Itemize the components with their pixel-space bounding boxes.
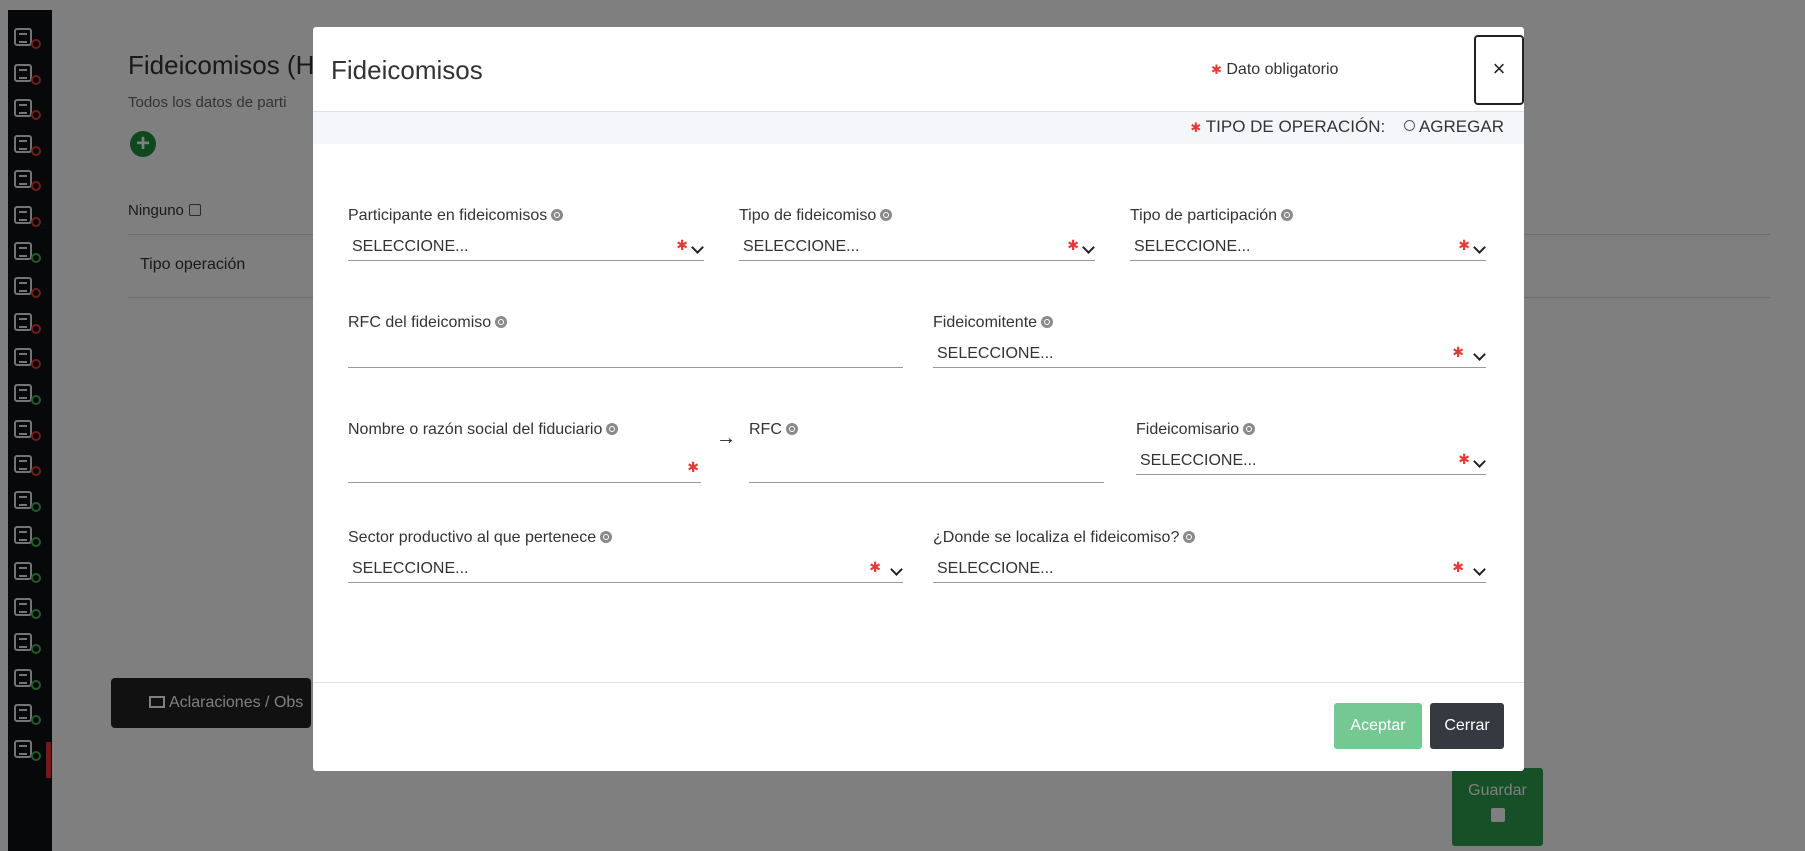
required-note: ✱ Dato obligatorio <box>1211 61 1338 79</box>
footer-divider <box>313 682 1524 683</box>
info-icon[interactable] <box>1183 531 1196 543</box>
fideicomisario-label-text: Fideicomisario <box>1136 421 1240 438</box>
info-icon[interactable] <box>1041 316 1054 328</box>
fideicomisario-select[interactable]: SELECCIONE... ✱ <box>1136 451 1486 475</box>
tipo-participacion-label-text: Tipo de participación <box>1130 207 1278 224</box>
tipo-fideicomiso-label-text: Tipo de fideicomiso <box>739 207 877 224</box>
info-icon[interactable] <box>551 209 564 221</box>
required-star-icon: ✱ <box>869 559 881 575</box>
aceptar-button[interactable]: Aceptar <box>1334 703 1422 749</box>
chevron-down-icon <box>890 563 903 576</box>
sector-select[interactable]: SELECCIONE... ✱ <box>348 559 903 583</box>
chevron-down-icon <box>1473 563 1486 576</box>
info-icon[interactable] <box>785 423 798 435</box>
info-icon[interactable] <box>1243 423 1256 435</box>
info-icon[interactable] <box>606 423 619 435</box>
rfc-fiduciario-label-text: RFC <box>749 421 782 438</box>
required-star-icon: ✱ <box>1452 559 1464 575</box>
fideicomitente-label: Fideicomitente <box>933 314 1054 332</box>
required-star-icon: ✱ <box>1452 344 1464 360</box>
rfc-fideicomiso-label-text: RFC del fideicomiso <box>348 314 492 331</box>
operation-label: TIPO DE OPERACIÓN: <box>1205 117 1386 136</box>
chevron-down-icon <box>1473 348 1486 361</box>
required-star-icon: ✱ <box>687 459 699 475</box>
nombre-fiduciario-label: Nombre o razón social del fiduciario <box>348 421 619 439</box>
tipo-participacion-label: Tipo de participación <box>1130 207 1294 225</box>
sector-label: Sector productivo al que pertenece <box>348 529 613 547</box>
required-star-icon: ✱ <box>1458 237 1470 253</box>
localizacion-label: ¿Donde se localiza el fideicomiso? <box>933 529 1196 547</box>
rfc-fideicomiso-label: RFC del fideicomiso <box>348 314 508 332</box>
localizacion-select[interactable]: SELECCIONE... ✱ <box>933 559 1486 583</box>
info-icon[interactable] <box>600 531 613 543</box>
fideicomisos-modal: Fideicomisos ✱ Dato obligatorio × ✱ TIPO… <box>313 27 1524 771</box>
tipo-participacion-select[interactable]: SELECCIONE... ✱ <box>1130 237 1486 261</box>
modal-title: Fideicomisos <box>331 55 483 85</box>
participante-value: SELECCIONE... <box>352 238 469 255</box>
rfc-fiduciario-label: RFC <box>749 421 798 439</box>
required-note-text: Dato obligatorio <box>1226 61 1339 78</box>
tipo-fideicomiso-value: SELECCIONE... <box>743 238 860 255</box>
participante-label-text: Participante en fideicomisos <box>348 207 548 224</box>
cerrar-button[interactable]: Cerrar <box>1430 703 1504 749</box>
sector-value: SELECCIONE... <box>352 560 469 577</box>
info-icon[interactable] <box>880 209 893 221</box>
operation-option: AGREGAR <box>1418 117 1504 136</box>
chevron-down-icon <box>691 241 704 254</box>
info-icon[interactable] <box>495 316 508 328</box>
sector-label-text: Sector productivo al que pertenece <box>348 529 597 546</box>
localizacion-label-text: ¿Donde se localiza el fideicomiso? <box>933 529 1180 546</box>
tipo-fideicomiso-select[interactable]: SELECCIONE... ✱ <box>739 237 1095 261</box>
close-icon[interactable]: × <box>1474 35 1524 105</box>
tipo-fideicomiso-label: Tipo de fideicomiso <box>739 207 893 225</box>
nombre-fiduciario-input[interactable]: ✱ <box>348 459 701 483</box>
localizacion-value: SELECCIONE... <box>937 560 1054 577</box>
fideicomitente-select[interactable]: SELECCIONE... ✱ <box>933 344 1486 368</box>
arrow-right-icon: → <box>716 427 736 449</box>
required-star-icon: ✱ <box>1458 451 1470 467</box>
fideicomisario-value: SELECCIONE... <box>1140 452 1257 469</box>
required-star-icon: ✱ <box>1067 237 1079 253</box>
participante-select[interactable]: SELECCIONE... ✱ <box>348 237 704 261</box>
tipo-participacion-value: SELECCIONE... <box>1134 238 1251 255</box>
operation-type: ✱ TIPO DE OPERACIÓN: AGREGAR <box>1190 117 1504 137</box>
rfc-fideicomiso-input[interactable] <box>348 344 903 368</box>
chevron-down-icon <box>1473 241 1486 254</box>
rfc-fiduciario-input[interactable] <box>749 459 1104 483</box>
participante-label: Participante en fideicomisos <box>348 207 564 225</box>
required-star-icon: ✱ <box>1190 120 1202 135</box>
required-star-icon: ✱ <box>676 237 688 253</box>
fideicomitente-value: SELECCIONE... <box>937 345 1054 362</box>
nombre-fiduciario-label-text: Nombre o razón social del fiduciario <box>348 421 603 438</box>
fideicomitente-label-text: Fideicomitente <box>933 314 1038 331</box>
fideicomisario-label: Fideicomisario <box>1136 421 1256 439</box>
required-star-icon: ✱ <box>1211 62 1222 77</box>
chevron-down-icon <box>1082 241 1095 254</box>
agregar-radio[interactable] <box>1403 120 1415 131</box>
info-icon[interactable] <box>1281 209 1294 221</box>
chevron-down-icon <box>1473 455 1486 468</box>
